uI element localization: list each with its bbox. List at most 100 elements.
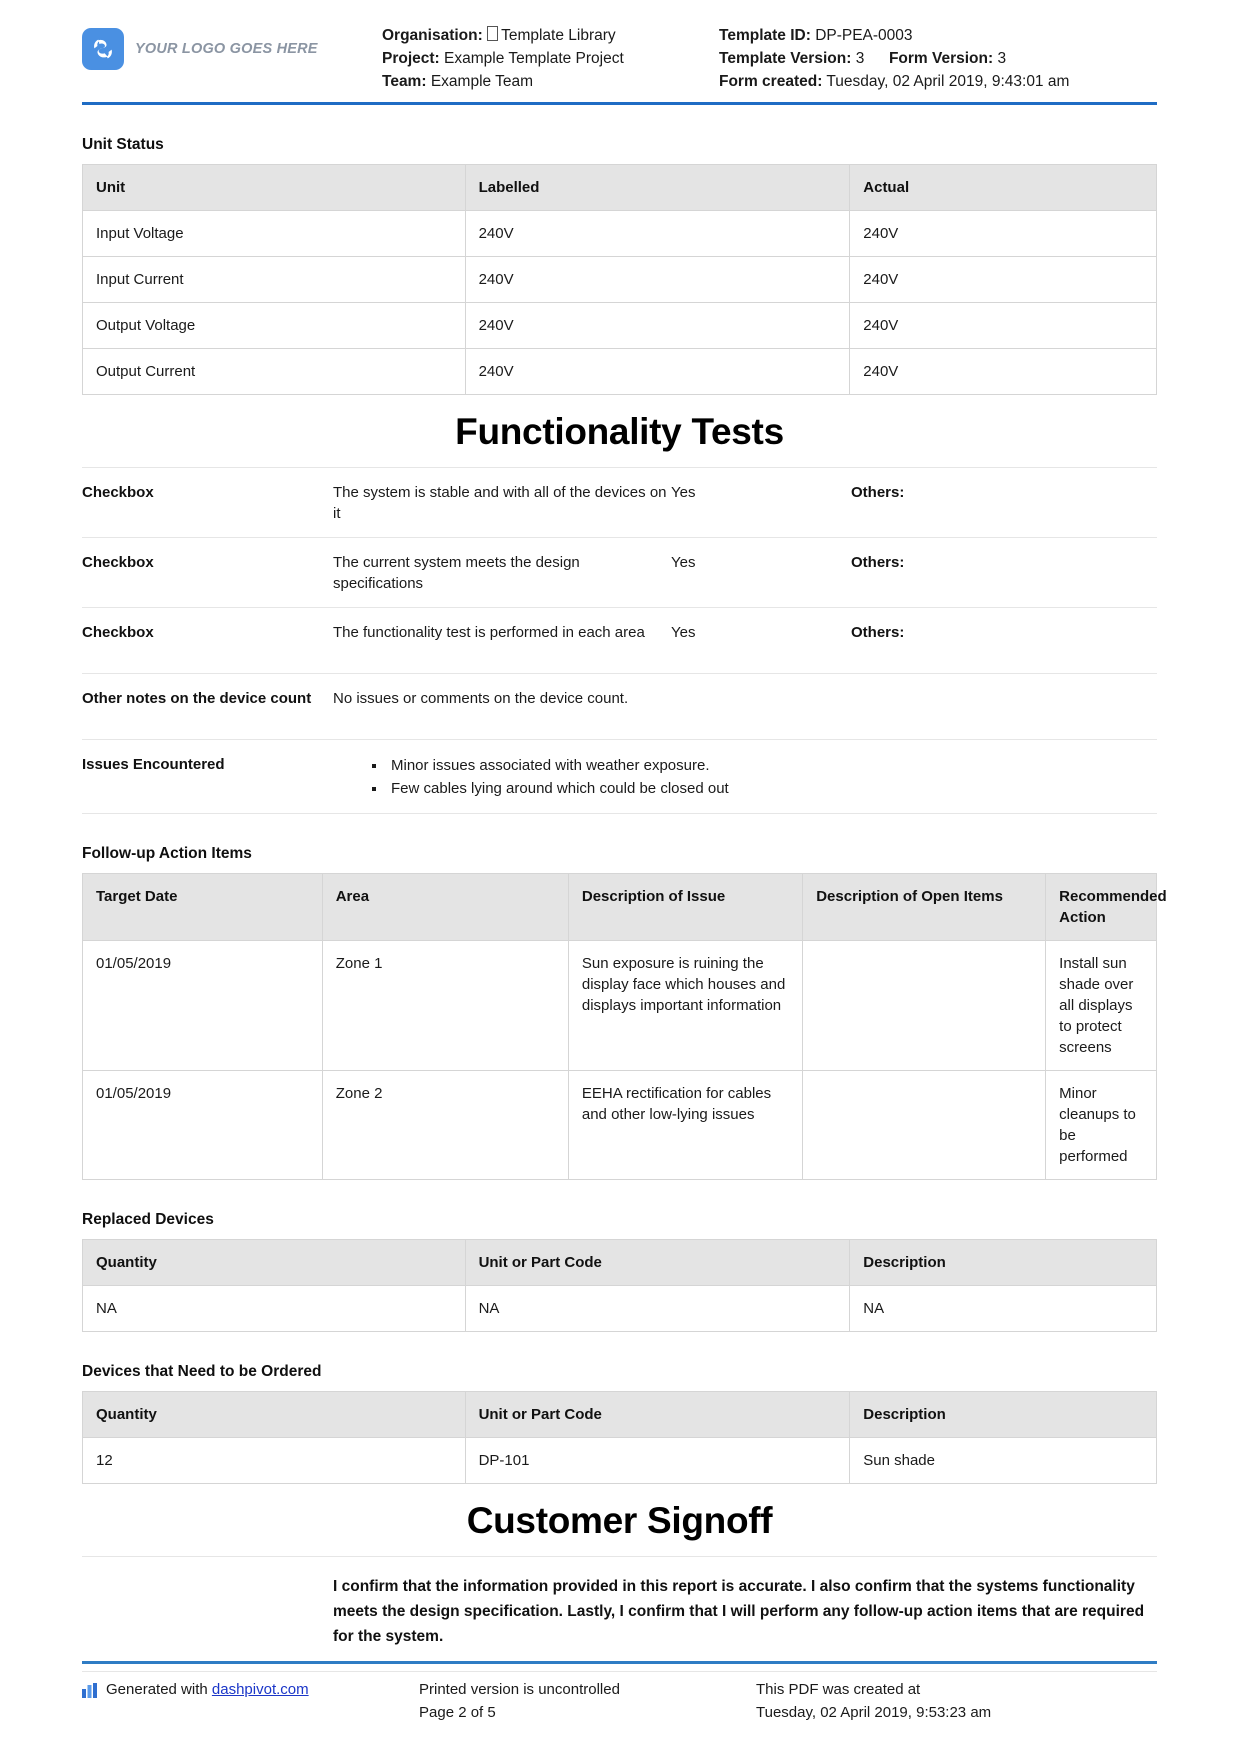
meta-team-value: Example Team bbox=[430, 73, 534, 90]
table-row: Output Current 240V 240V bbox=[82, 348, 1157, 395]
page-header: YOUR LOGO GOES HERE Organisation: Templa… bbox=[0, 0, 1239, 93]
cell-area: Zone 2 bbox=[321, 1070, 569, 1180]
cell-actual: 240V bbox=[849, 348, 1157, 395]
checkbox-row: Checkbox The system is stable and with a… bbox=[82, 467, 1157, 537]
cell-description: NA bbox=[849, 1285, 1157, 1332]
column-header-actual: Actual bbox=[849, 164, 1157, 211]
cell-description-of-issue: Sun exposure is ruining the display face… bbox=[567, 940, 804, 1071]
cell-unit: Input Current bbox=[82, 256, 466, 303]
table-header-row: Target Date Area Description of Issue De… bbox=[82, 873, 1167, 941]
checkbox-row-answer: Yes bbox=[671, 484, 696, 501]
page-footer: Generated with dashpivot.com Printed ver… bbox=[0, 1661, 1239, 1724]
dashpivot-link[interactable]: dashpivot.com bbox=[212, 1678, 309, 1701]
section-divider bbox=[82, 813, 1157, 814]
cell-target-date: 01/05/2019 bbox=[82, 940, 323, 1071]
checkbox-row-label: Checkbox bbox=[82, 484, 154, 501]
checkbox-row-others-label: Others: bbox=[851, 484, 905, 501]
meta-organisation-label: Organisation: bbox=[382, 27, 483, 44]
checkbox-row: Checkbox The current system meets the de… bbox=[82, 537, 1157, 607]
customer-signoff-row: I confirm that the information provided … bbox=[82, 1556, 1157, 1672]
table-header-row: Unit Labelled Actual bbox=[82, 164, 1157, 211]
meta-team-label: Team: bbox=[382, 73, 427, 90]
list-item: Minor issues associated with weather exp… bbox=[387, 754, 1157, 777]
footer-page-number: Page 2 of 5 bbox=[419, 1704, 496, 1721]
checkbox-row-label: Checkbox bbox=[82, 554, 154, 571]
unit-status-title: Unit Status bbox=[82, 136, 164, 153]
column-header-unit-or-part-code: Unit or Part Code bbox=[464, 1239, 851, 1286]
document-body: Unit Status Unit Labelled Actual Input V… bbox=[0, 105, 1239, 1754]
column-header-unit-or-part-code: Unit or Part Code bbox=[464, 1391, 851, 1438]
table-row: Input Voltage 240V 240V bbox=[82, 210, 1157, 257]
meta-organisation: Organisation: Template Library bbox=[382, 24, 719, 47]
cell-labelled: 240V bbox=[464, 210, 851, 257]
footer-generated-prefix: Generated with bbox=[106, 1681, 208, 1698]
column-header-quantity: Quantity bbox=[82, 1239, 466, 1286]
table-row: Output Voltage 240V 240V bbox=[82, 302, 1157, 349]
column-header-unit: Unit bbox=[82, 164, 466, 211]
meta-template-version-value: 3 bbox=[855, 50, 865, 67]
other-notes-label: Other notes on the device count bbox=[82, 690, 312, 707]
meta-template-version-label: Template Version: bbox=[719, 50, 852, 67]
meta-project-value: Example Template Project bbox=[444, 50, 624, 67]
footer-divider bbox=[82, 1661, 1157, 1664]
meta-project: Project: Example Template Project bbox=[382, 47, 719, 70]
replaced-devices-table: Quantity Unit or Part Code Description N… bbox=[82, 1239, 1157, 1332]
checkbox-row-description: The functionality test is performed in e… bbox=[333, 624, 645, 641]
devices-to-order-table: Quantity Unit or Part Code Description 1… bbox=[82, 1391, 1157, 1484]
column-header-description-of-open-items: Description of Open Items bbox=[802, 873, 1047, 941]
table-row: 12 DP-101 Sun shade bbox=[82, 1437, 1157, 1484]
cell-description-of-issue: EEHA rectification for cables and other … bbox=[567, 1070, 804, 1180]
cell-unit: Output Voltage bbox=[82, 302, 466, 349]
cell-labelled: 240V bbox=[464, 348, 851, 395]
header-meta-right: Template ID: DP-PEA-0003 Template Versio… bbox=[719, 24, 1157, 93]
customer-signoff-heading: Customer Signoff bbox=[466, 1500, 773, 1541]
footer-columns: Generated with dashpivot.com Printed ver… bbox=[82, 1678, 1157, 1724]
cell-quantity: NA bbox=[82, 1285, 466, 1332]
cell-unit: Input Voltage bbox=[82, 210, 466, 257]
checkbox-row-description: The system is stable and with all of the… bbox=[333, 484, 667, 522]
footer-pdf-created-value: Tuesday, 02 April 2019, 9:53:23 am bbox=[756, 1704, 992, 1721]
issues-encountered-row: Issues Encountered Minor issues associat… bbox=[82, 739, 1157, 813]
cell-labelled: 240V bbox=[464, 302, 851, 349]
signoff-confirmation-text: I confirm that the information provided … bbox=[333, 1578, 1145, 1645]
meta-team: Team: Example Team bbox=[382, 70, 719, 93]
column-header-description: Description bbox=[849, 1239, 1157, 1286]
column-header-description: Description bbox=[849, 1391, 1157, 1438]
column-header-recommended-action: Recommended Action bbox=[1045, 873, 1167, 941]
cell-unit-or-part-code: DP-101 bbox=[464, 1437, 851, 1484]
footer-pdf-created-label: This PDF was created at bbox=[756, 1681, 921, 1698]
footer-print-info: Printed version is uncontrolled Page 2 o… bbox=[419, 1678, 756, 1724]
unit-status-table: Unit Labelled Actual Input Voltage 240V … bbox=[82, 164, 1157, 395]
cell-unit: Output Current bbox=[82, 348, 466, 395]
checkbox-row-answer: Yes bbox=[671, 554, 696, 571]
column-header-quantity: Quantity bbox=[82, 1391, 466, 1438]
cell-actual: 240V bbox=[849, 256, 1157, 303]
meta-template-id: Template ID: DP-PEA-0003 bbox=[719, 24, 1157, 47]
cell-unit-or-part-code: NA bbox=[464, 1285, 851, 1332]
cell-description: Sun shade bbox=[849, 1437, 1157, 1484]
follow-up-action-items-table: Target Date Area Description of Issue De… bbox=[82, 873, 1167, 1180]
cell-actual: 240V bbox=[849, 210, 1157, 257]
meta-form-version-label: Form Version: bbox=[888, 50, 994, 67]
cell-recommended-action: Minor cleanups to be performed bbox=[1045, 1070, 1157, 1180]
table-row: Input Current 240V 240V bbox=[82, 256, 1157, 303]
cell-description-of-open-items bbox=[802, 940, 1047, 1071]
cell-area: Zone 1 bbox=[321, 940, 569, 1071]
column-header-description-of-issue: Description of Issue bbox=[567, 873, 804, 941]
checkbox-row-others-label: Others: bbox=[851, 624, 905, 641]
table-row: 01/05/2019 Zone 2 EEHA rectification for… bbox=[82, 1070, 1157, 1180]
header-meta: Organisation: Template Library Project: … bbox=[382, 22, 1157, 93]
checkbox-row-answer: Yes bbox=[671, 624, 696, 641]
other-notes-row: Other notes on the device count No issue… bbox=[82, 673, 1157, 739]
devices-to-order-title: Devices that Need to be Ordered bbox=[82, 1363, 322, 1380]
meta-template-id-label: Template ID: bbox=[719, 27, 811, 44]
table-row: NA NA NA bbox=[82, 1285, 1157, 1332]
cell-recommended-action: Install sun shade over all displays to p… bbox=[1045, 940, 1157, 1071]
column-header-target-date: Target Date bbox=[82, 873, 323, 941]
checkbox-row-label: Checkbox bbox=[82, 624, 154, 641]
document-page: YOUR LOGO GOES HERE Organisation: Templa… bbox=[0, 0, 1239, 1754]
issues-encountered-list: Minor issues associated with weather exp… bbox=[333, 754, 1157, 800]
table-row: 01/05/2019 Zone 1 Sun exposure is ruinin… bbox=[82, 940, 1157, 1071]
functionality-tests-heading: Functionality Tests bbox=[455, 411, 784, 452]
meta-versions: Template Version: 3 Form Version: 3 bbox=[719, 47, 1157, 70]
